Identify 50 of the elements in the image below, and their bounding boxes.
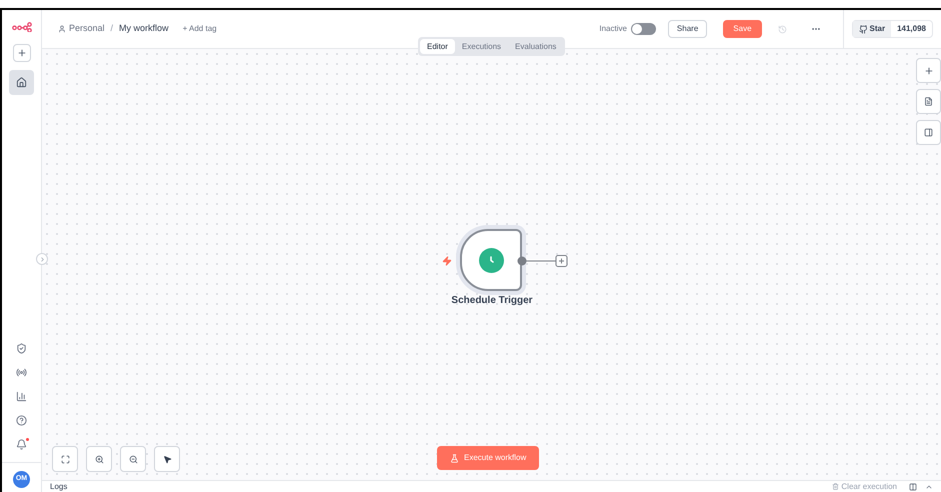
panel-button[interactable] [916,120,941,145]
breadcrumb-separator: / [110,22,114,36]
trigger-bolt-icon [442,256,452,266]
view-tab[interactable]: Evaluations [508,39,564,54]
home-button[interactable] [9,70,34,95]
output-connector[interactable] [516,254,568,268]
github-star-button[interactable]: Star 141,098 [852,20,933,38]
logo-icon[interactable] [12,22,32,32]
cursor-button[interactable] [154,446,180,472]
add-tag-link[interactable]: + Add tag [182,23,217,35]
bar-chart-icon[interactable] [16,391,27,402]
clock-icon [478,248,504,272]
help-icon[interactable] [16,415,27,426]
layout-icon[interactable] [909,482,917,490]
view-tab[interactable]: Editor [420,39,455,54]
clear-execution-button[interactable]: Clear execution [832,480,897,492]
zoom-out-icon [128,454,138,464]
bell-icon[interactable] [16,439,27,450]
broadcast-icon[interactable] [16,367,27,378]
star-label: Star [852,21,892,37]
zoom-out-button[interactable] [120,446,146,472]
logs-title[interactable]: Logs [50,480,832,492]
workflow-name[interactable]: My workflow [119,22,169,36]
share-button[interactable]: Share [668,20,708,38]
panel-icon [924,128,933,137]
node-label: Schedule Trigger [450,294,534,308]
zoom-in-button[interactable] [86,446,112,472]
flask-icon [450,454,459,462]
person-icon [58,25,66,33]
document-icon [924,97,933,106]
save-button[interactable]: Save [723,20,762,38]
active-switch[interactable] [630,23,656,35]
view-tab[interactable]: Executions [454,39,508,54]
add-node-button[interactable] [916,58,941,83]
plus-icon [16,48,26,58]
house-icon [16,77,27,88]
chevron-right-icon [38,256,46,262]
add-button[interactable] [12,44,30,62]
plus-icon [924,66,934,76]
project-link[interactable]: Personal [58,22,105,36]
zoom-in-icon [94,454,104,464]
trash-icon [832,483,840,490]
github-icon [858,24,868,34]
status-label: Inactive [599,23,627,35]
execute-workflow-button[interactable]: Execute workflow [437,446,540,470]
cursor-icon [162,454,172,464]
sticky-note-button[interactable] [916,89,941,114]
fit-view-icon [60,454,70,464]
shield-icon[interactable] [16,343,27,354]
star-count: 141,098 [896,23,927,35]
